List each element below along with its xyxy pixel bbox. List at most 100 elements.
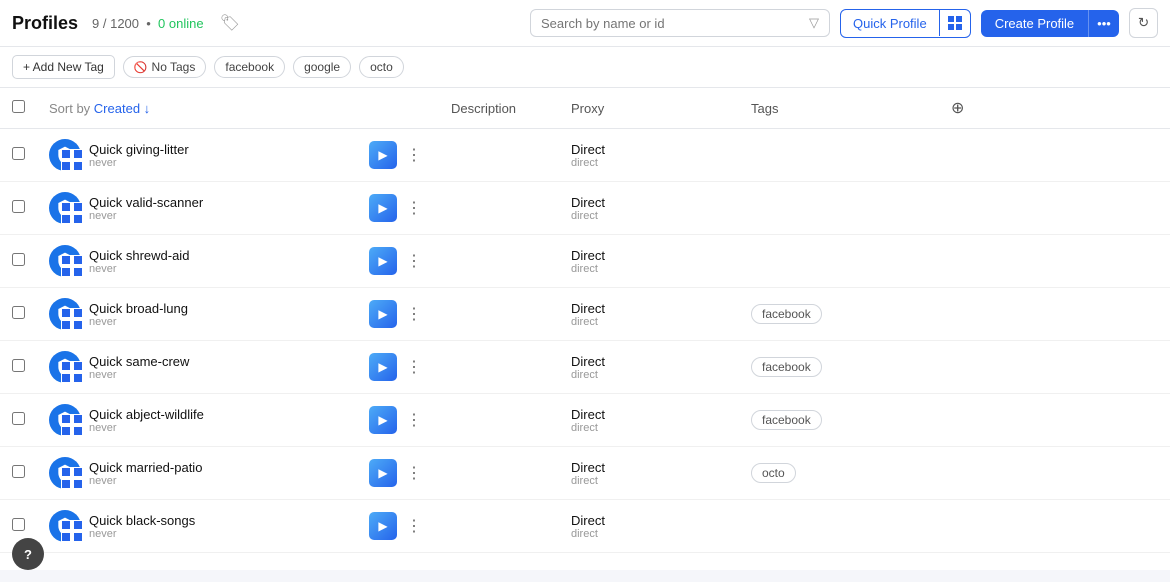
- profile-sub: never: [89, 157, 189, 169]
- more-options-button[interactable]: ⋮: [401, 143, 427, 167]
- quick-profile-button[interactable]: Quick Profile: [840, 9, 971, 38]
- proxy-type: direct: [571, 210, 727, 222]
- tag-chip-facebook[interactable]: facebook: [214, 56, 285, 78]
- row-checkbox[interactable]: [12, 147, 25, 160]
- tag-chip-no-tags[interactable]: 🚫 No Tags: [123, 56, 207, 78]
- more-options-button[interactable]: ⋮: [401, 249, 427, 273]
- avatar: [49, 404, 81, 436]
- add-column-button[interactable]: ⊕: [951, 98, 964, 118]
- extra-cell: [939, 341, 1170, 394]
- play-button[interactable]: ▶: [369, 141, 397, 169]
- profile-name: Quick broad-lung: [89, 301, 188, 316]
- extra-cell: [939, 447, 1170, 500]
- create-profile-button[interactable]: Create Profile •••: [981, 10, 1119, 37]
- row-checkbox[interactable]: [12, 412, 25, 425]
- description-cell: [439, 288, 559, 341]
- search-input[interactable]: [541, 16, 801, 31]
- proxy-cell: Direct direct: [559, 394, 739, 447]
- play-button[interactable]: ▶: [369, 194, 397, 222]
- description-cell: [439, 235, 559, 288]
- profile-sub: never: [89, 475, 202, 487]
- proxy-label: Direct: [571, 301, 727, 316]
- refresh-button[interactable]: ↻: [1129, 8, 1158, 38]
- profile-name-cell: Quick shrewd-aid never: [37, 235, 357, 288]
- tag-chip-google[interactable]: google: [293, 56, 351, 78]
- profiles-table-container: Sort by Created ↓ Description Proxy Tags…: [0, 88, 1170, 570]
- profile-name: Quick black-songs: [89, 513, 195, 528]
- tag-pill[interactable]: facebook: [751, 357, 822, 377]
- windows-os-icon: [61, 149, 83, 173]
- help-button[interactable]: ?: [12, 538, 44, 570]
- row-checkbox-cell: [0, 182, 37, 235]
- more-options-button[interactable]: ⋮: [401, 355, 427, 379]
- play-button[interactable]: ▶: [369, 512, 397, 540]
- tags-header: Tags: [739, 88, 939, 129]
- more-options-button[interactable]: ⋮: [401, 196, 427, 220]
- play-button[interactable]: ▶: [369, 247, 397, 275]
- refresh-icon: ↻: [1138, 15, 1149, 31]
- filter-icon[interactable]: ▽: [809, 15, 819, 31]
- play-button[interactable]: ▶: [369, 406, 397, 434]
- proxy-cell: Direct direct: [559, 235, 739, 288]
- extra-cell: [939, 182, 1170, 235]
- sort-label[interactable]: Created ↓: [94, 101, 150, 116]
- table-row: Quick giving-litter never ▶ ⋮ Direct dir…: [0, 129, 1170, 182]
- more-options-button[interactable]: ⋮: [401, 461, 427, 485]
- no-tags-icon: 🚫: [134, 61, 148, 74]
- proxy-type: direct: [571, 528, 727, 540]
- proxy-label: Direct: [571, 142, 727, 157]
- windows-os-icon: [61, 467, 83, 491]
- action-cell: ▶ ⋮: [357, 447, 439, 500]
- add-column-header[interactable]: ⊕: [939, 88, 1170, 129]
- table-row: Quick black-songs never ▶ ⋮ Direct direc…: [0, 500, 1170, 553]
- select-all-checkbox[interactable]: [12, 100, 25, 113]
- tag-pill[interactable]: octo: [751, 463, 796, 483]
- pin-button[interactable]: 🏷: [214, 9, 246, 37]
- table-row: Quick abject-wildlife never ▶ ⋮ Direct d…: [0, 394, 1170, 447]
- windows-os-icon: [61, 308, 83, 332]
- profile-name: Quick same-crew: [89, 354, 189, 369]
- tags-cell: [739, 235, 939, 288]
- select-all-header: [0, 88, 37, 129]
- more-options-button[interactable]: ⋮: [401, 408, 427, 432]
- play-button[interactable]: ▶: [369, 459, 397, 487]
- row-checkbox[interactable]: [12, 359, 25, 372]
- tag-pill[interactable]: facebook: [751, 410, 822, 430]
- extra-cell: [939, 500, 1170, 553]
- proxy-type: direct: [571, 475, 727, 487]
- more-options-button[interactable]: ⋮: [401, 514, 427, 538]
- proxy-type: direct: [571, 316, 727, 328]
- profile-sub: never: [89, 263, 189, 275]
- profiles-table: Sort by Created ↓ Description Proxy Tags…: [0, 88, 1170, 553]
- profile-name-cell: Quick married-patio never: [37, 447, 357, 500]
- action-cell: ▶ ⋮: [357, 394, 439, 447]
- row-checkbox[interactable]: [12, 253, 25, 266]
- quick-profile-label: Quick Profile: [841, 10, 939, 37]
- profile-sub: never: [89, 422, 204, 434]
- row-checkbox[interactable]: [12, 200, 25, 213]
- windows-os-icon: [61, 255, 83, 279]
- description-cell: [439, 447, 559, 500]
- tags-cell: [739, 500, 939, 553]
- description-cell: [439, 394, 559, 447]
- table-row: Quick same-crew never ▶ ⋮ Direct direct …: [0, 341, 1170, 394]
- proxy-cell: Direct direct: [559, 288, 739, 341]
- row-checkbox[interactable]: [12, 518, 25, 531]
- more-options-button[interactable]: ⋮: [401, 302, 427, 326]
- proxy-type: direct: [571, 369, 727, 381]
- row-checkbox[interactable]: [12, 306, 25, 319]
- play-button[interactable]: ▶: [369, 353, 397, 381]
- tag-pill[interactable]: facebook: [751, 304, 822, 324]
- play-button[interactable]: ▶: [369, 300, 397, 328]
- tag-chip-octo[interactable]: octo: [359, 56, 404, 78]
- tags-bar: + Add New Tag 🚫 No Tags facebook google …: [0, 47, 1170, 88]
- proxy-label: Direct: [571, 354, 727, 369]
- add-tag-button[interactable]: + Add New Tag: [12, 55, 115, 79]
- proxy-type: direct: [571, 263, 727, 275]
- profile-sub: never: [89, 210, 203, 222]
- row-checkbox-cell: [0, 394, 37, 447]
- row-checkbox[interactable]: [12, 465, 25, 478]
- more-options-icon[interactable]: •••: [1088, 10, 1119, 37]
- proxy-label: Direct: [571, 513, 727, 528]
- proxy-header: Proxy: [559, 88, 739, 129]
